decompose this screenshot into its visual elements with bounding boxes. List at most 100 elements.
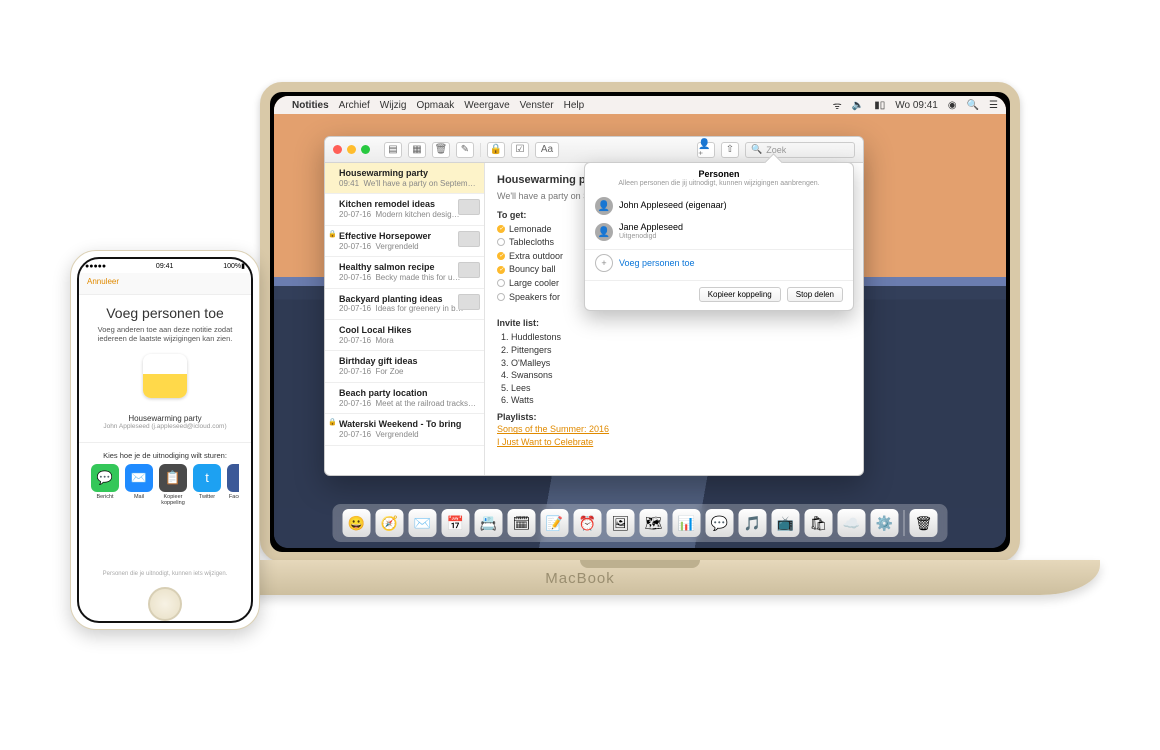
note-item[interactable]: Housewarming party09:41 We'll have a par… bbox=[325, 163, 484, 194]
search-placeholder: Zoek bbox=[766, 145, 786, 155]
menu-help[interactable]: Help bbox=[564, 100, 585, 111]
dock-item[interactable]: 📺 bbox=[772, 509, 800, 537]
close-button[interactable] bbox=[333, 145, 342, 154]
menu-archief[interactable]: Archief bbox=[339, 100, 370, 111]
sheet-title: Voeg personen toe bbox=[91, 305, 239, 321]
avatar: 👤 bbox=[595, 223, 613, 241]
popover-title: Personen bbox=[593, 169, 845, 179]
macbook-base bbox=[180, 560, 1100, 595]
clock[interactable]: Wo 09:41 bbox=[895, 100, 938, 111]
menu-venster[interactable]: Venster bbox=[520, 100, 554, 111]
sheet-desc: Voeg anderen toe aan deze notitie zodat … bbox=[91, 325, 239, 344]
dock-item[interactable]: 🖼 bbox=[607, 509, 635, 537]
grid-view-icon[interactable]: ▦ bbox=[408, 142, 426, 158]
trash-icon[interactable]: 🗑 bbox=[432, 142, 450, 158]
dock-item[interactable]: 💬 bbox=[706, 509, 734, 537]
format-icon[interactable]: Aa bbox=[535, 142, 559, 158]
playlist-link[interactable]: I Just Want to Celebrate bbox=[497, 436, 851, 449]
playlist-link[interactable]: Songs of the Summer: 2016 bbox=[497, 423, 851, 436]
share-option[interactable]: 📋Kopieer koppeling bbox=[159, 464, 187, 506]
share-icon[interactable]: ⇧ bbox=[721, 142, 739, 158]
dock: 😀🧭✉️📅📇🗓📝⏰🖼🗺📊💬🎵📺🛍☁️⚙️ 🗑 bbox=[333, 504, 948, 542]
notes-list[interactable]: Housewarming party09:41 We'll have a par… bbox=[325, 163, 485, 475]
collaborate-icon[interactable]: 👤⁺ bbox=[697, 142, 715, 158]
note-item[interactable]: Effective Horsepower20-07-16 Vergrendeld bbox=[325, 226, 484, 257]
dock-item[interactable]: 🎵 bbox=[739, 509, 767, 537]
dock-item[interactable]: ⏰ bbox=[574, 509, 602, 537]
dock-item[interactable]: 📝 bbox=[541, 509, 569, 537]
wifi-icon[interactable]: ᯤ bbox=[833, 98, 842, 112]
search-input[interactable]: 🔍Zoek bbox=[745, 142, 855, 158]
share-option[interactable]: 💬Bericht bbox=[91, 464, 119, 506]
share-row: 💬Bericht✉️Mail📋Kopieer koppelingtTwitter… bbox=[91, 464, 239, 506]
checklist-icon[interactable]: ☑ bbox=[511, 142, 529, 158]
menu-opmaak[interactable]: Opmaak bbox=[416, 100, 454, 111]
compose-icon[interactable]: ✎ bbox=[456, 142, 474, 158]
note-item[interactable]: Cool Local Hikes20-07-16 Mora bbox=[325, 320, 484, 351]
macbook-frame: Notities Archief Wijzig Opmaak Weergave … bbox=[260, 82, 1020, 562]
notes-toolbar: ▤ ▦ 🗑 ✎ 🔒 ☑ Aa 👤⁺ ⇧ 🔍Zoek bbox=[325, 137, 863, 163]
sheet-footer: Personen die je uitnodigt, kunnen iets w… bbox=[79, 571, 251, 577]
dock-item[interactable]: 🗑 bbox=[910, 509, 938, 537]
dock-item[interactable]: 🗓 bbox=[508, 509, 536, 537]
to-get-label: To get: bbox=[497, 210, 526, 220]
invite-item: O'Malleys bbox=[511, 357, 851, 370]
dock-item[interactable]: 😀 bbox=[343, 509, 371, 537]
person-row[interactable]: 👤John Appleseed (eigenaar) bbox=[585, 193, 853, 219]
avatar: 👤 bbox=[595, 197, 613, 215]
dock-item[interactable]: 📅 bbox=[442, 509, 470, 537]
dock-item[interactable]: ☁️ bbox=[838, 509, 866, 537]
note-item[interactable]: Waterski Weekend - To bring20-07-16 Verg… bbox=[325, 414, 484, 445]
volume-icon[interactable]: 🔈 bbox=[852, 100, 864, 111]
dock-item[interactable]: ⚙️ bbox=[871, 509, 899, 537]
add-people-label: Voeg personen toe bbox=[619, 258, 695, 268]
dock-item[interactable]: 📊 bbox=[673, 509, 701, 537]
dock-item[interactable]: ✉️ bbox=[409, 509, 437, 537]
battery-icon[interactable]: ▮▯ bbox=[874, 100, 885, 111]
dock-item[interactable]: 📇 bbox=[475, 509, 503, 537]
shared-note-title: Housewarming party bbox=[91, 414, 239, 423]
playlists-label: Playlists: bbox=[497, 412, 537, 422]
window-controls bbox=[333, 145, 370, 154]
notif-icon[interactable]: ☰ bbox=[989, 100, 998, 111]
copy-link-button[interactable]: Kopieer koppeling bbox=[699, 287, 781, 302]
invite-label: Invite list: bbox=[497, 318, 539, 328]
add-people-row[interactable]: + Voeg personen toe bbox=[585, 249, 853, 276]
app-name[interactable]: Notities bbox=[292, 100, 329, 111]
person-row[interactable]: 👤Jane AppleseedUitgenodigd bbox=[585, 219, 853, 245]
share-option[interactable]: ✉️Mail bbox=[125, 464, 153, 506]
note-item[interactable]: Healthy salmon recipe20-07-16 Becky made… bbox=[325, 257, 484, 288]
cancel-button[interactable]: Annuleer bbox=[87, 277, 119, 286]
siri-icon[interactable]: ◉ bbox=[948, 100, 957, 111]
invite-item: Pittengers bbox=[511, 344, 851, 357]
share-popover: Personen Alleen personen die jij uitnodi… bbox=[584, 162, 854, 311]
stop-sharing-button[interactable]: Stop delen bbox=[787, 287, 843, 302]
invite-item: Swansons bbox=[511, 369, 851, 382]
note-item[interactable]: Birthday gift ideas20-07-16 For Zoe bbox=[325, 351, 484, 382]
spotlight-icon[interactable]: 🔍 bbox=[967, 100, 979, 111]
minimize-button[interactable] bbox=[347, 145, 356, 154]
invite-item: Lees bbox=[511, 382, 851, 395]
macos-menubar: Notities Archief Wijzig Opmaak Weergave … bbox=[274, 96, 1006, 114]
dock-item[interactable]: 🛍 bbox=[805, 509, 833, 537]
lock-icon[interactable]: 🔒 bbox=[487, 142, 505, 158]
note-item[interactable]: Kitchen remodel ideas20-07-16 Modern kit… bbox=[325, 194, 484, 225]
ios-time: 09:41 bbox=[156, 263, 174, 270]
dock-item[interactable]: 🧭 bbox=[376, 509, 404, 537]
notes-app-icon bbox=[143, 354, 187, 398]
note-item[interactable]: Beach party location20-07-16 Meet at the… bbox=[325, 383, 484, 414]
macbook-label: MacBook bbox=[545, 570, 615, 587]
iphone-screen: ●●●●● 09:41 100%▮ Annuleer Voeg personen… bbox=[77, 257, 253, 623]
popover-subtitle: Alleen personen die jij uitnodigt, kunne… bbox=[593, 180, 845, 187]
share-option[interactable]: tTwitter bbox=[193, 464, 221, 506]
choose-label: Kies hoe je de uitnodiging wilt sturen: bbox=[91, 451, 239, 460]
share-option[interactable]: fFacebook bbox=[227, 464, 239, 506]
dock-item[interactable]: 🗺 bbox=[640, 509, 668, 537]
menu-weergave[interactable]: Weergave bbox=[464, 100, 509, 111]
home-button[interactable] bbox=[148, 587, 182, 621]
menu-wijzig[interactable]: Wijzig bbox=[380, 100, 407, 111]
list-view-icon[interactable]: ▤ bbox=[384, 142, 402, 158]
note-item[interactable]: Backyard planting ideas20-07-16 Ideas fo… bbox=[325, 289, 484, 320]
zoom-button[interactable] bbox=[361, 145, 370, 154]
nav-bar: Annuleer bbox=[79, 273, 251, 295]
